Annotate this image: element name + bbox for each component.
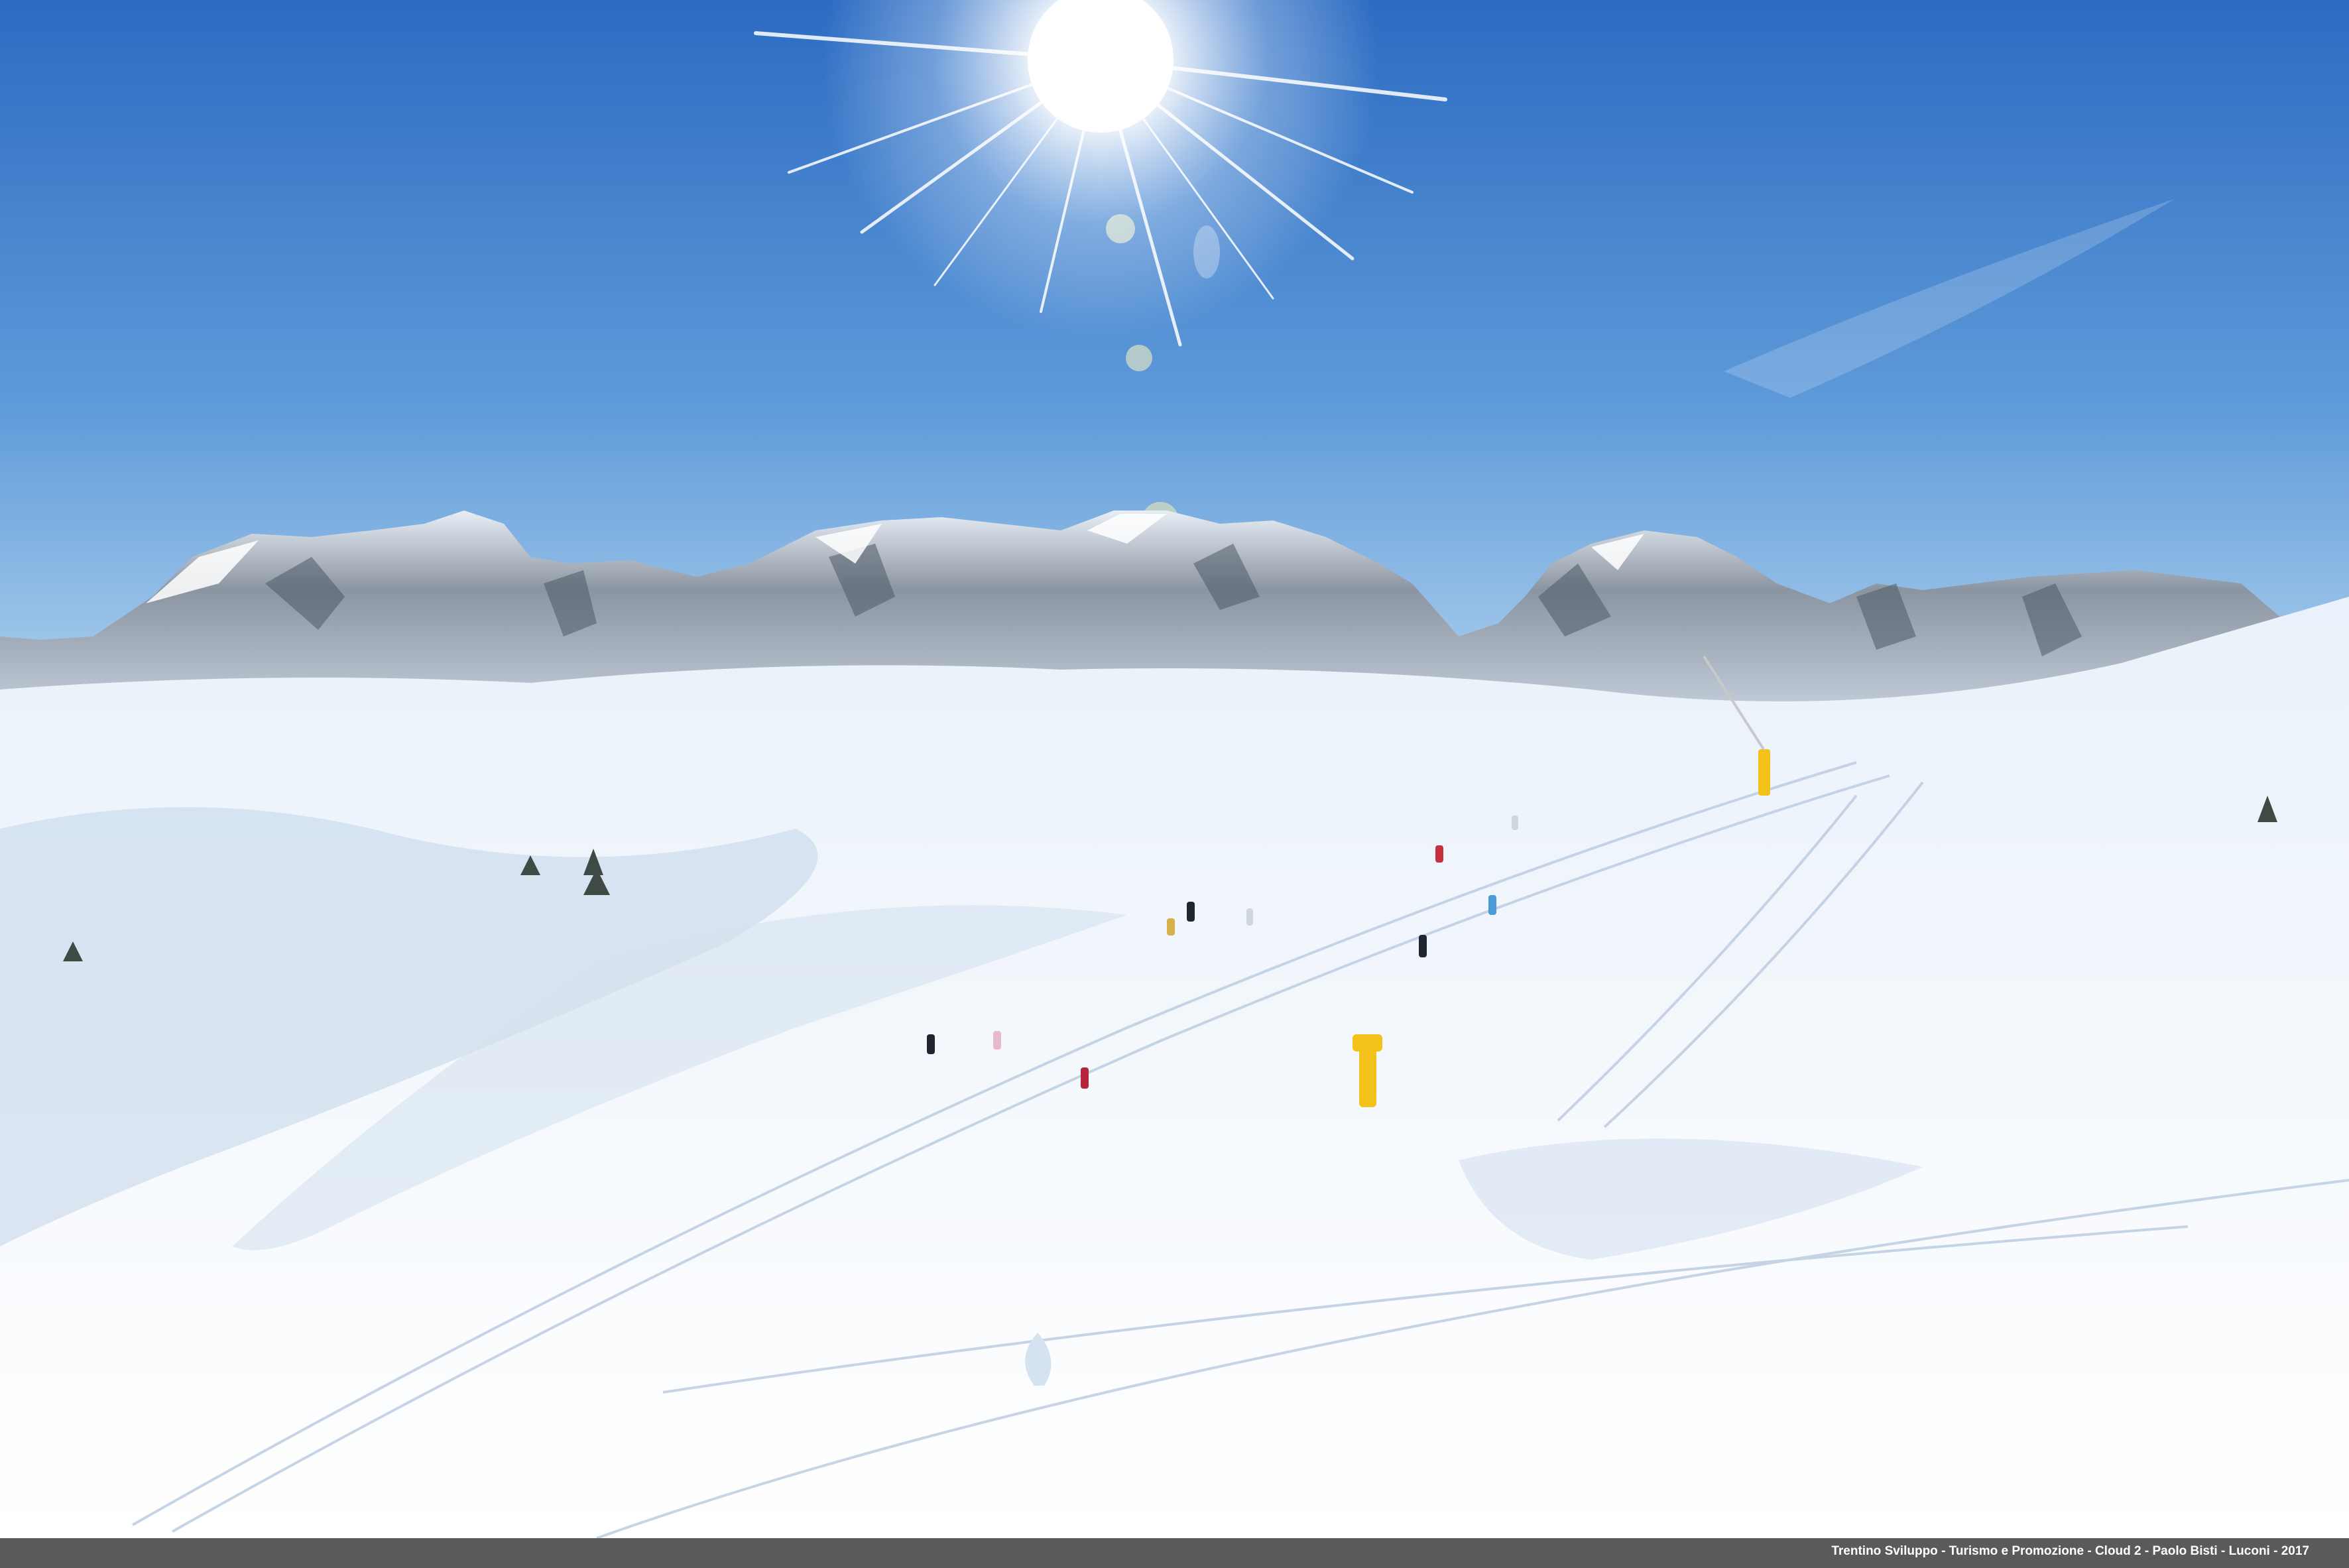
ski-slope-photo bbox=[0, 0, 2349, 1568]
photo-credit: Trentino Sviluppo - Turismo e Promozione… bbox=[1831, 1544, 2309, 1558]
lens-flare bbox=[1193, 225, 1220, 278]
lens-flare bbox=[1126, 345, 1152, 371]
photo-illustration bbox=[0, 0, 2349, 1539]
lens-flare bbox=[1106, 214, 1135, 243]
